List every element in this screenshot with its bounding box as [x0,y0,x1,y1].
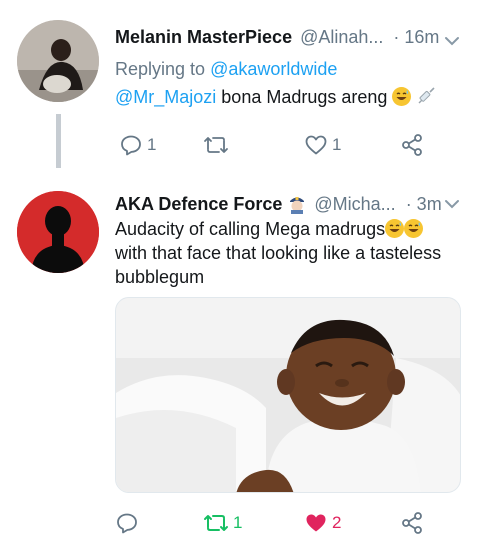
share-button[interactable] [400,508,424,538]
user-handle[interactable]: @Alinah... [300,27,383,48]
display-name[interactable]: Melanin MasterPiece [115,27,292,48]
grinning-sweat-emoji-icon [392,87,412,106]
heart-icon [305,135,327,155]
police-officer-emoji-icon [288,194,306,214]
avatar[interactable] [17,20,99,102]
retweet-count: 1 [233,513,243,532]
replying-to: Replying to @akaworldwide [115,59,337,80]
retweet-icon [204,515,228,531]
like-count: 2 [332,513,342,532]
share-icon [402,512,422,534]
retweet-icon [204,137,228,153]
tweet-body: bona Madrugs areng [216,87,388,107]
share-icon [402,134,422,156]
heart-icon [306,514,326,532]
tweet-text: @Mr_Majozi bona Madrugs areng [115,86,436,108]
syringe-emoji-icon [416,86,436,106]
tweet-reply-1[interactable]: Melanin MasterPiece @Alinah... · 16m Rep… [0,0,480,176]
tweet-image[interactable] [115,297,461,493]
like-button[interactable]: 1 [304,130,341,160]
user-handle[interactable]: @Micha... [314,194,395,215]
replying-to-mention[interactable]: @akaworldwide [210,59,337,79]
tweet-actions: 1 2 [115,508,455,538]
replying-label: Replying to [115,59,206,79]
tweet-actions: 1 1 [115,130,455,160]
display-name[interactable]: AKA Defence Force [115,194,282,215]
chevron-down-icon[interactable] [444,196,460,212]
thread-line [56,114,61,168]
tweet-header: Melanin MasterPiece @Alinah... · 16m [115,24,439,50]
reply-icon [117,513,137,534]
reply-button[interactable]: 1 [119,130,156,160]
avatar[interactable] [17,191,99,273]
tweet-header: AKA Defence Force @Micha... · 3m [115,191,442,217]
chevron-down-icon[interactable] [444,33,460,49]
timestamp[interactable]: · 3m [406,194,442,215]
reply-count: 1 [147,135,157,154]
grinning-sweat-emoji-icon [404,219,424,238]
like-button[interactable]: 2 [304,508,341,538]
reply-button[interactable] [115,508,143,538]
timestamp[interactable]: · 16m [393,27,439,48]
text-mention[interactable]: @Mr_Majozi [115,87,216,107]
retweet-button[interactable] [203,130,233,160]
share-button[interactable] [400,130,424,160]
like-count: 1 [332,135,342,154]
tweet-body-line1: Audacity of calling Mega madrugs [115,219,386,239]
reply-icon [121,135,141,156]
grinning-sweat-emoji-icon [385,219,405,238]
retweet-button[interactable]: 1 [203,508,242,538]
tweet-text: Audacity of calling Mega madrugs with th… [115,217,460,289]
tweet-body-rest: with that face that looking like a taste… [115,243,442,287]
